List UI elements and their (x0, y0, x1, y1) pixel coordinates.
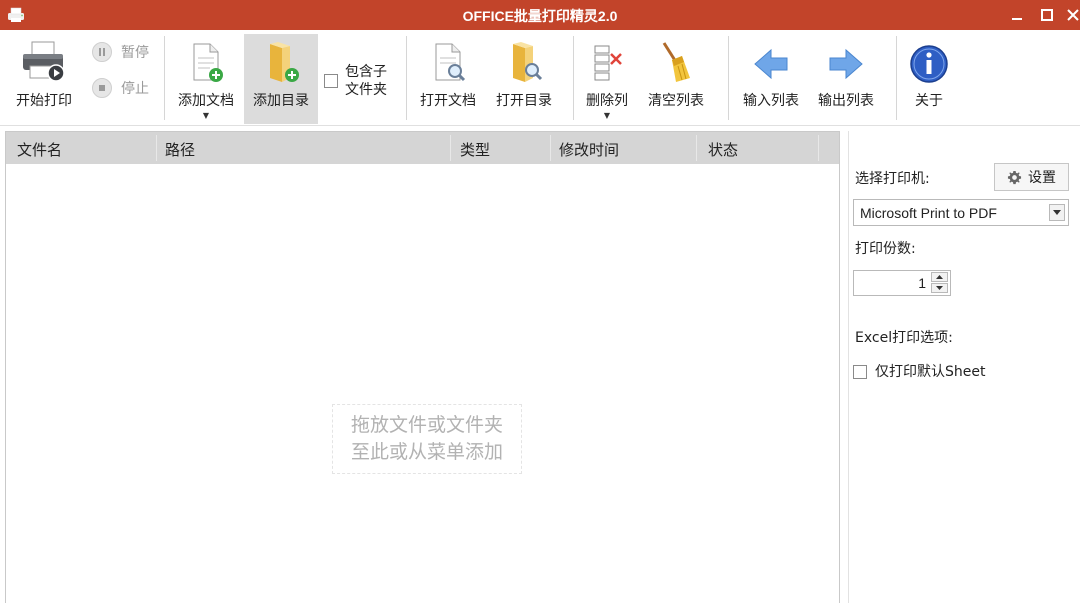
minimize-icon (1012, 18, 1022, 20)
close-icon (1067, 9, 1079, 21)
toolbar-separator (406, 36, 407, 120)
printer-icon (23, 41, 65, 82)
add-folder-button[interactable]: 添加目录 (244, 34, 318, 124)
title-bar: OFFICE批量打印精灵2.0 (0, 0, 1080, 30)
import-list-label: 输入列表 (743, 93, 799, 109)
close-button[interactable] (1058, 0, 1080, 30)
include-subfolders-checkbox[interactable] (324, 74, 338, 88)
include-subfolders-label: 包含子 文件夹 (345, 64, 387, 98)
broom-icon (662, 42, 690, 82)
column-header-type[interactable]: 类型 (460, 139, 490, 160)
pause-label: 暂停 (121, 45, 149, 61)
add-folder-label: 添加目录 (253, 93, 309, 109)
stop-button[interactable]: 停止 (92, 78, 149, 98)
gear-icon (1007, 170, 1022, 184)
copies-label: 打印份数: (855, 241, 916, 257)
drop-zone-hint: 拖放文件或文件夹 至此或从菜单添加 (332, 404, 522, 474)
print-settings-panel: 选择打印机: 设置 Microsoft Print to PDF 打印份数: 1… (848, 131, 1080, 603)
column-divider[interactable] (156, 135, 157, 161)
pause-button[interactable]: 暂停 (92, 42, 149, 62)
open-document-icon (435, 43, 466, 82)
decrement-icon[interactable] (931, 283, 948, 293)
add-document-button[interactable]: 添加文档 ▼ (170, 34, 242, 124)
about-label: 关于 (915, 93, 943, 109)
pause-icon (92, 42, 112, 62)
column-divider[interactable] (450, 135, 451, 161)
increment-icon[interactable] (931, 272, 948, 282)
open-document-button[interactable]: 打开文档 (412, 34, 484, 124)
clear-list-label: 清空列表 (648, 93, 704, 109)
toolbar-separator (573, 36, 574, 120)
toolbar-separator (896, 36, 897, 120)
export-list-label: 输出列表 (818, 93, 874, 109)
open-folder-icon (513, 42, 543, 82)
excel-options-label: Excel打印选项: (855, 330, 953, 346)
stop-label: 停止 (121, 81, 149, 97)
copies-value[interactable]: 1 (918, 275, 926, 291)
open-folder-button[interactable]: 打开目录 (488, 34, 560, 124)
select-printer-label: 选择打印机: (855, 171, 930, 187)
toolbar-separator (164, 36, 165, 120)
export-list-button[interactable]: 输出列表 (810, 34, 882, 124)
column-divider[interactable] (696, 135, 697, 161)
about-button[interactable]: 关于 (902, 34, 956, 124)
stop-icon (92, 78, 112, 98)
start-print-button[interactable]: 开始打印 (8, 34, 80, 124)
minimize-button[interactable] (1002, 0, 1032, 30)
default-sheet-only-label: 仅打印默认Sheet (875, 364, 986, 380)
column-header-path[interactable]: 路径 (165, 139, 195, 160)
chevron-down-icon[interactable] (1049, 204, 1065, 221)
start-print-label: 开始打印 (16, 93, 72, 109)
add-document-icon (193, 43, 223, 82)
column-header-status[interactable]: 状态 (708, 139, 738, 160)
column-header-filename[interactable]: 文件名 (17, 139, 62, 160)
column-header-modified-time[interactable]: 修改时间 (559, 139, 619, 160)
toolbar-separator (728, 36, 729, 120)
file-list[interactable]: 文件名 路径 类型 修改时间 状态 拖放文件或文件夹 至此或从菜单添加 (5, 131, 840, 603)
file-list-header: 文件名 路径 类型 修改时间 状态 (6, 132, 839, 164)
dropdown-arrow-icon[interactable]: ▼ (604, 111, 610, 120)
arrow-left-icon (754, 48, 788, 80)
clear-list-button[interactable]: 清空列表 (642, 34, 710, 124)
delete-column-icon (594, 45, 622, 81)
column-divider[interactable] (550, 135, 551, 161)
info-icon (910, 45, 948, 83)
toolbar: 开始打印 暂停 停止 添加文档 ▼ 添加目录 包含子 文件夹 打开文档 打开目录… (0, 30, 1080, 126)
window-title: OFFICE批量打印精灵2.0 (462, 8, 618, 24)
delete-column-label: 删除列 (586, 93, 628, 109)
import-list-button[interactable]: 输入列表 (736, 34, 806, 124)
printer-select[interactable]: Microsoft Print to PDF (853, 199, 1069, 226)
dropdown-arrow-icon[interactable]: ▼ (203, 111, 209, 120)
open-folder-label: 打开目录 (496, 93, 552, 109)
add-document-label: 添加文档 (178, 93, 234, 109)
open-document-label: 打开文档 (420, 93, 476, 109)
add-folder-icon (270, 42, 299, 82)
arrow-right-icon (829, 48, 863, 80)
printer-select-value: Microsoft Print to PDF (860, 205, 997, 221)
default-sheet-only-checkbox[interactable] (853, 365, 867, 379)
printer-settings-button[interactable]: 设置 (994, 163, 1069, 191)
maximize-icon (1041, 9, 1053, 21)
printer-settings-label: 设置 (1028, 170, 1056, 186)
column-divider[interactable] (818, 135, 819, 161)
delete-column-button[interactable]: 删除列 ▼ (576, 34, 638, 124)
copies-stepper[interactable]: 1 (853, 270, 951, 296)
